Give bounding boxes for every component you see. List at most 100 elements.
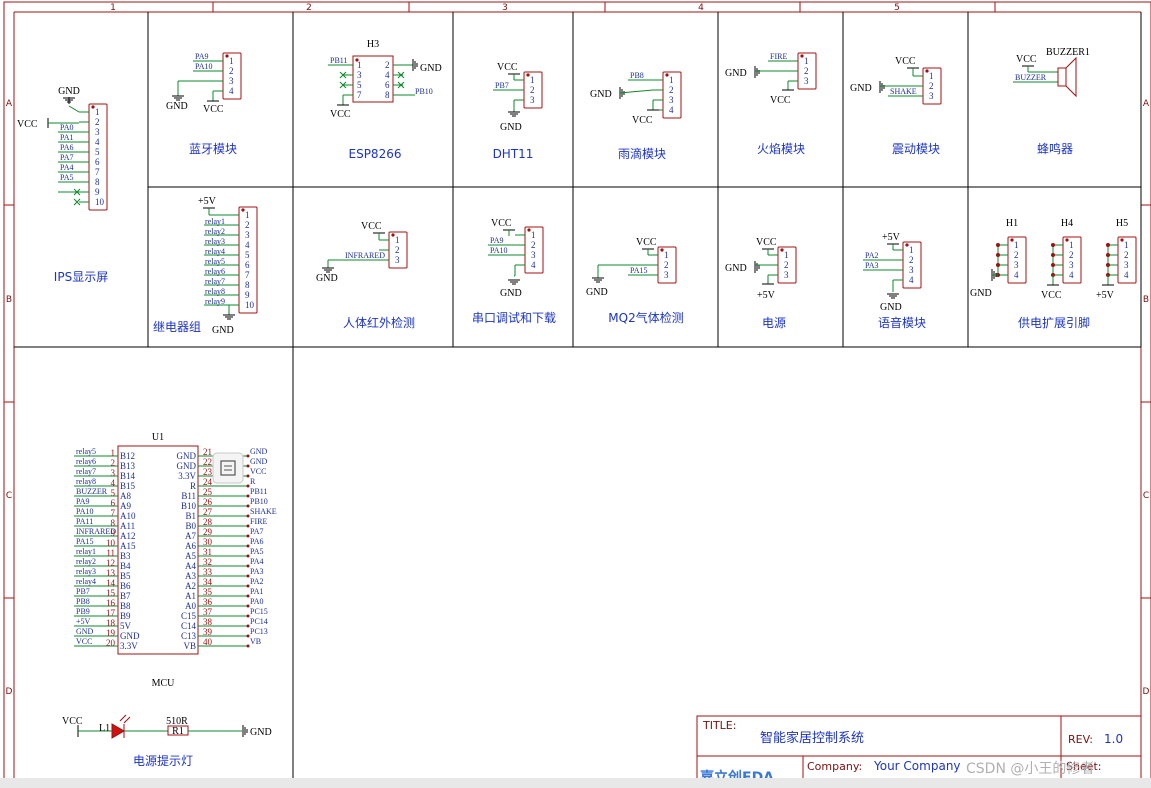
pin-number: 22 <box>203 457 212 467</box>
net-label: relay2 <box>205 227 225 236</box>
pin-number: 9 <box>245 290 250 300</box>
pin-number: 21 <box>203 447 212 457</box>
viewer-toolbar <box>0 778 1151 788</box>
net-label: relay7 <box>76 467 96 476</box>
pin-number: 37 <box>203 607 213 617</box>
pin-number: 6 <box>111 498 116 508</box>
pin-number: 14 <box>106 578 116 588</box>
schematic-sheet: 1 2 3 4 5A AB BC CD D GNDVCC12345678910PA0PA1PA6… <box>0 1 1151 788</box>
vcc-label: VCC <box>756 237 777 248</box>
v5-label: +5V <box>1096 290 1115 301</box>
pin-number: 3 <box>669 95 674 105</box>
pin-number: 2 <box>111 458 116 468</box>
net-label: PA0 <box>60 123 74 132</box>
pin-number: 2 <box>531 240 536 250</box>
col-label: 3 <box>502 3 508 13</box>
col-label: 4 <box>698 3 704 13</box>
res-ref: R1 <box>172 726 184 737</box>
vcc-label: VCC <box>17 119 38 130</box>
pin-name: A1 <box>185 591 196 601</box>
net-label: PC15 <box>250 607 268 616</box>
pin-number: 1 <box>95 107 100 117</box>
pin-number: 2 <box>804 66 809 76</box>
pin-number: 7 <box>357 90 362 100</box>
net-label: +5V <box>76 617 91 626</box>
net-end <box>246 644 250 648</box>
vcc-label: VCC <box>330 109 351 120</box>
pin-name: A7 <box>185 531 196 541</box>
rev-value: 1.0 <box>1104 732 1123 746</box>
pin-name: A5 <box>185 551 196 561</box>
buzzer-body <box>1057 67 1067 87</box>
pin-name: A11 <box>120 521 135 531</box>
pin-name: A9 <box>120 501 131 511</box>
pin-number: 25 <box>203 487 213 497</box>
scan-icon[interactable] <box>212 452 244 484</box>
net-label: relay3 <box>205 237 225 246</box>
pin-number: 39 <box>203 627 213 637</box>
pin-number: 2 <box>784 260 789 270</box>
pin-number: 4 <box>909 275 914 285</box>
pin-number: 2 <box>385 60 390 70</box>
pin-number: 3 <box>909 265 914 275</box>
pin-name: B8 <box>120 601 131 611</box>
junction-dot <box>1051 243 1055 247</box>
v5-label: +5V <box>757 290 776 301</box>
pin-number: 17 <box>106 608 116 618</box>
pin-name: A4 <box>185 561 196 571</box>
pin-number: 4 <box>95 137 100 147</box>
junction-dot <box>996 263 1000 267</box>
vcc-label: VCC <box>770 95 791 106</box>
pin-number: 1 <box>1069 240 1074 250</box>
gnd-label: GND <box>420 63 442 74</box>
pin-number: 1 <box>784 250 789 260</box>
pin-number: 13 <box>106 568 116 578</box>
pin-number: 1 <box>357 60 362 70</box>
module-title: 蓝牙模块 <box>189 142 237 156</box>
pin-name: B14 <box>120 471 136 481</box>
pin-name: GND <box>177 451 197 461</box>
pin-number: 5 <box>95 147 100 157</box>
pin-number: 4 <box>245 240 250 250</box>
net-label: relay4 <box>205 247 225 256</box>
junction-dot <box>1106 243 1110 247</box>
pin-number: 4 <box>385 70 390 80</box>
pin-name: B5 <box>120 571 131 581</box>
ref-label: H1 <box>1006 218 1018 229</box>
pin-number: 5 <box>245 250 250 260</box>
net-label: PA6 <box>60 143 74 152</box>
col-label: 1 <box>110 3 116 13</box>
vcc-label: VCC <box>895 56 916 67</box>
vcc-label: VCC <box>491 218 512 229</box>
net-label: PB11 <box>330 56 348 65</box>
net-label: PA9 <box>76 497 90 506</box>
pin-name: GND <box>177 461 197 471</box>
module-title: ESP8266 <box>349 147 402 161</box>
pin-number: 3 <box>804 76 809 86</box>
pin-name: A15 <box>120 541 136 551</box>
module-title: 供电扩展引脚 <box>1018 315 1090 330</box>
net-label: PA7 <box>250 527 264 536</box>
pin-number: 26 <box>203 497 213 507</box>
pin-number: 27 <box>203 507 213 517</box>
pin-name: A12 <box>120 531 136 541</box>
pin-number: 1 <box>111 448 116 458</box>
row-label: D <box>6 687 13 697</box>
pin-number: 3 <box>664 270 669 280</box>
net-label: relay7 <box>205 277 225 286</box>
gnd-label: GND <box>725 263 747 274</box>
pin-number: 6 <box>385 80 390 90</box>
pin-name: A10 <box>120 511 136 521</box>
module-title: 继电器组 <box>153 320 201 334</box>
pin-number: 4 <box>669 105 674 115</box>
pin-number: 2 <box>1124 250 1129 260</box>
net-label: PA10 <box>195 62 213 71</box>
net-label: PA2 <box>250 577 264 586</box>
pin-name: B9 <box>120 611 131 621</box>
vcc-label: VCC <box>62 716 83 727</box>
junction-dot <box>996 253 1000 257</box>
pin-number: 2 <box>1014 250 1019 260</box>
net-label: relay1 <box>76 547 96 556</box>
gnd-label: GND <box>850 83 872 94</box>
mcu-name: MCU <box>152 678 176 689</box>
